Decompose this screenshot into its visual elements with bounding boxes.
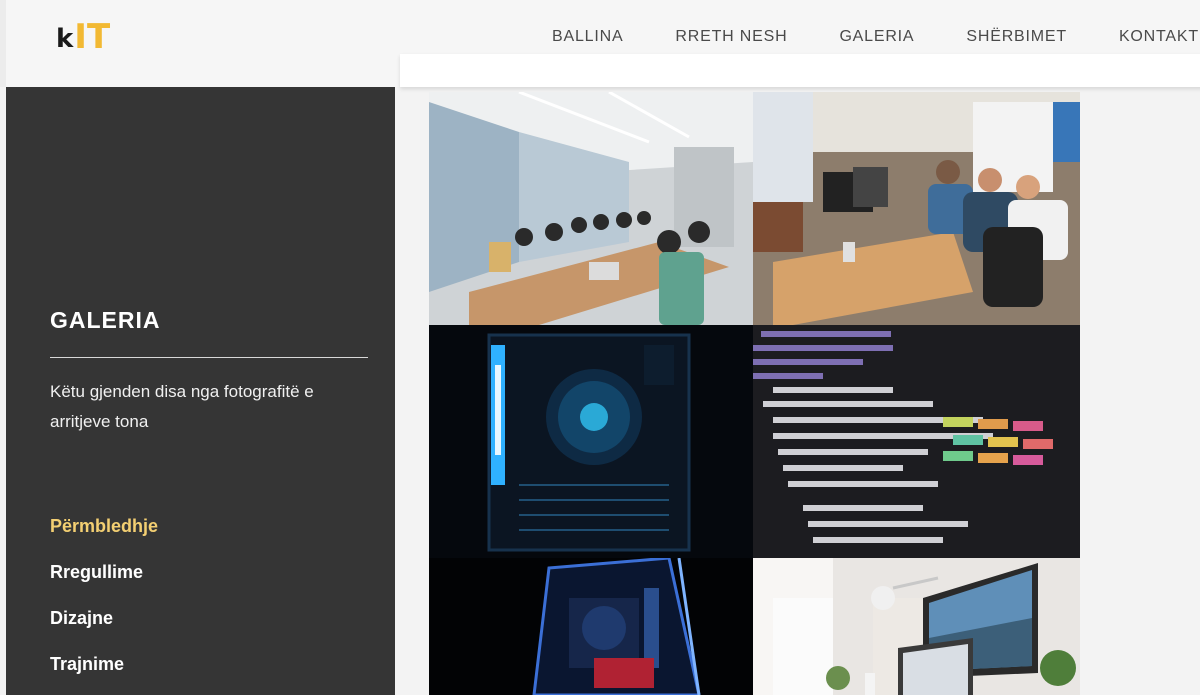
site-header: k IT BALLINA RRETH NESH GALERIA SHËRBIME… (0, 0, 1200, 87)
logo-it: IT (74, 17, 111, 57)
page: k IT BALLINA RRETH NESH GALERIA SHËRBIME… (0, 0, 1200, 695)
sidebar-menu: Përmbledhje Rregullime Dizajne Trajnime (50, 514, 158, 695)
sidebar-divider (50, 357, 368, 358)
sidebar-title: GALERIA (50, 307, 161, 333)
main-nav: BALLINA RRETH NESH GALERIA SHËRBIMET KON… (526, 24, 1200, 50)
sidebar-item-rregullime[interactable]: Rregullime (50, 560, 158, 606)
gaming-pc-case-photo[interactable] (429, 558, 753, 695)
conference-room-photo[interactable] (429, 92, 753, 325)
nav-sherbimet[interactable]: SHËRBIMET (940, 26, 1093, 48)
open-office-photo[interactable] (753, 92, 1080, 325)
sidebar-item-trajnime[interactable]: Trajnime (50, 652, 158, 695)
nav-ballina[interactable]: BALLINA (526, 26, 649, 48)
logo-k: k (56, 24, 74, 54)
nav-rreth-nesh[interactable]: RRETH NESH (649, 26, 813, 48)
pc-cpu-cooler-photo[interactable] (429, 325, 753, 558)
sidebar-description: Këtu gjenden disa nga fotografitë e arri… (50, 382, 314, 431)
sidebar-item-permbledhje[interactable]: Përmbledhje (50, 514, 158, 560)
sidebar: GALERIA Këtu gjenden disa nga fotografit… (6, 87, 395, 695)
site-logo[interactable]: k IT (56, 16, 110, 56)
sidebar-item-dizajne[interactable]: Dizajne (50, 606, 158, 652)
nav-galeria[interactable]: GALERIA (813, 26, 940, 48)
desk-monitor-laptop-photo[interactable] (753, 558, 1080, 695)
header-strip (400, 54, 1200, 87)
nav-kontakti[interactable]: KONTAKTI (1093, 26, 1200, 48)
css-code-screen-photo[interactable] (753, 325, 1080, 558)
gallery-grid (429, 92, 1080, 695)
